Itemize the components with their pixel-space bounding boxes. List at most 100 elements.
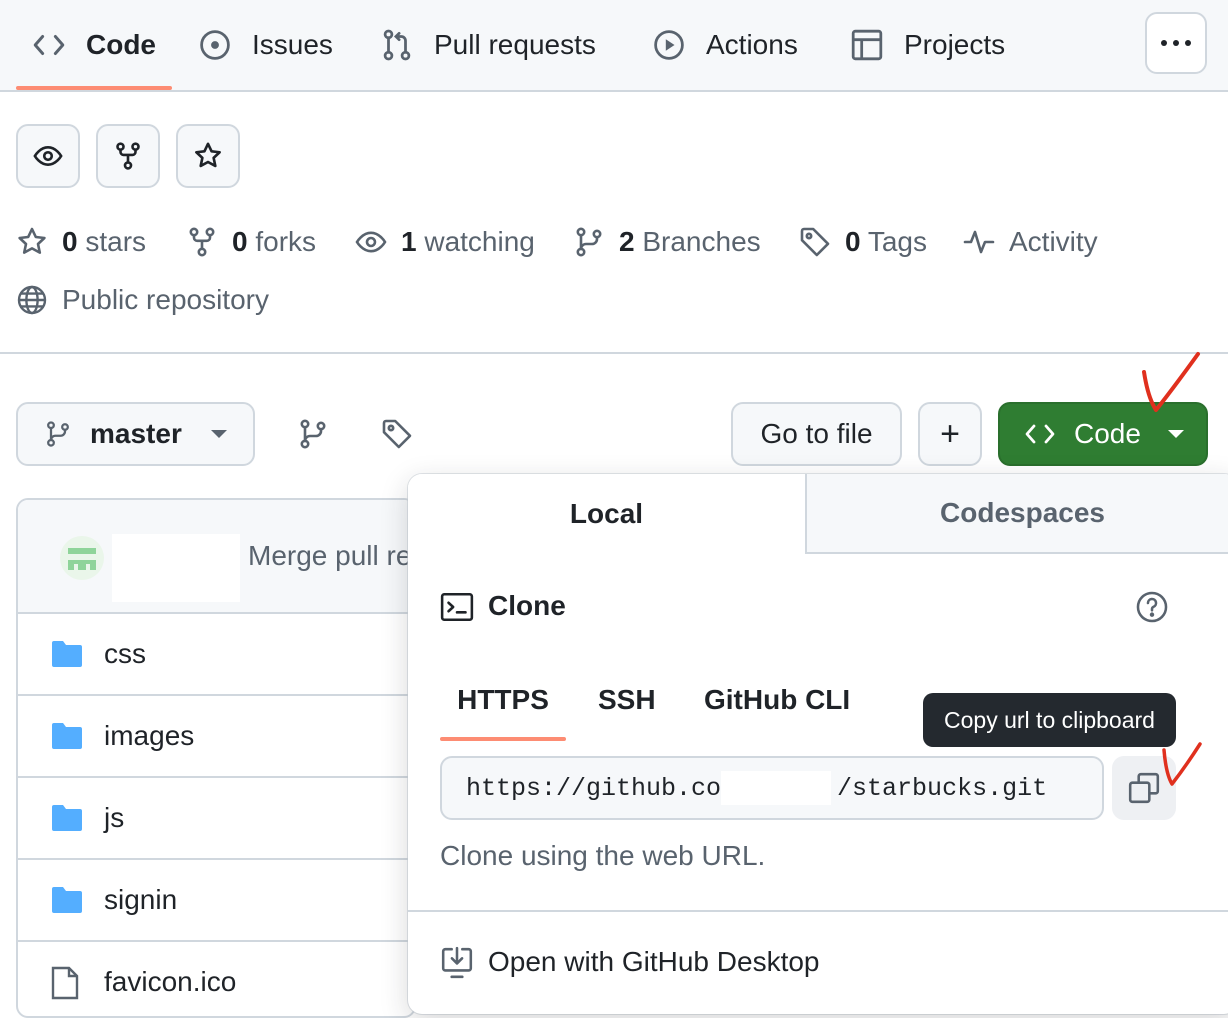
tags-icon-button[interactable] [381,418,413,450]
branch-name: master [90,418,182,449]
triangle-down-icon [1167,429,1185,439]
tab-local-label: Local [569,498,644,529]
protocol-label: HTTPS [457,684,549,715]
tab-label: Projects [904,29,1006,60]
list-item[interactable]: signin [18,860,414,942]
tab-ssh[interactable]: SSH [598,660,656,740]
fork-button[interactable] [96,124,160,188]
eye-icon [33,141,63,171]
divider [408,910,1228,912]
url-start: https://github.co [466,773,722,803]
globe-icon [16,284,48,316]
git-branch-icon [573,226,605,258]
forks-label: forks [255,226,317,257]
star-icon [193,141,223,171]
watching-link[interactable]: 1 watching [355,222,535,262]
tags-label: Tags [867,226,928,257]
tooltip-text: Copy url to clipboard [944,706,1155,733]
branches-link[interactable]: 2 Branches [573,222,761,262]
branch-select[interactable]: master [16,402,255,466]
repo-nav: Code Issues Pull requests Actions Projec… [0,0,1228,92]
file-list: Merge pull re css images js signin favic… [16,498,416,1018]
forks-count: 0 [232,226,248,257]
activity-link[interactable]: Activity [963,222,1098,262]
stars-link[interactable]: 0 stars [16,222,146,262]
list-item[interactable]: js [18,778,414,860]
folder-icon [50,722,84,750]
git-branch-icon [44,420,72,448]
repo-forked-icon [113,141,143,171]
desktop-download-icon [440,946,474,980]
list-item[interactable]: favicon.ico [18,942,414,1016]
clone-url-input[interactable]: https://github.co/starbucks.git [440,756,1104,820]
issue-opened-icon [198,28,232,62]
folder-icon [50,640,84,668]
git-branch-icon [297,418,329,450]
visibility-info: Public repository [16,280,269,320]
folder-icon [50,804,84,832]
go-to-file-button[interactable]: Go to file [731,402,902,466]
plus-icon: + [940,414,960,453]
tag-icon [381,418,413,450]
code-button-label: Code [1074,418,1141,449]
file-name: signin [104,884,178,915]
url-end: /starbucks.git [837,773,1048,803]
tab-code[interactable]: Code [16,0,172,90]
play-icon [652,28,686,62]
pulse-icon [963,226,995,258]
file-name: images [104,720,195,751]
tab-actions[interactable]: Actions [652,0,798,90]
tab-codespaces[interactable]: Codespaces [807,474,1228,554]
tab-projects[interactable]: Projects [850,0,1005,90]
more-button[interactable] [1145,12,1207,74]
repo-forked-icon [186,226,218,258]
commit-message[interactable]: Merge pull re [248,540,411,572]
triangle-down-icon [210,429,228,439]
clone-help-text: Clone using the web URL. [440,840,766,871]
open-desktop-link[interactable]: Open with GitHub Desktop [488,946,820,978]
list-item[interactable]: images [18,696,414,778]
list-item[interactable]: css [18,614,414,696]
go-to-file-label: Go to file [760,418,873,449]
question-icon[interactable] [1135,590,1169,624]
branches-count: 2 [619,226,635,257]
add-file-button[interactable]: + [918,402,982,466]
git-pull-request-icon [380,28,414,62]
tags-link[interactable]: 0 Tags [799,222,927,262]
code-icon [32,28,66,62]
tab-local[interactable]: Local [408,474,807,554]
tab-label: Actions [706,29,798,60]
redacted-username [721,771,832,805]
activity-label: Activity [1009,226,1098,257]
avatar[interactable] [60,536,104,580]
divider [0,352,1228,354]
star-button[interactable] [176,124,240,188]
visibility-label: Public repository [62,284,269,315]
file-icon [50,966,80,1000]
watching-count: 1 [401,226,417,257]
copy-tooltip: Copy url to clipboard [923,693,1176,747]
code-icon [1024,418,1056,450]
clone-title: Clone [488,590,566,621]
tab-https[interactable]: HTTPS [440,660,566,740]
watch-button[interactable] [16,124,80,188]
protocol-label: GitHub CLI [704,684,851,715]
tab-issues[interactable]: Issues [198,0,333,90]
branches-label: Branches [642,226,761,257]
watching-label: watching [424,226,535,257]
forks-link[interactable]: 0 forks [186,222,316,262]
protocol-label: SSH [598,684,656,715]
folder-icon [50,886,84,914]
stars-count: 0 [62,226,78,257]
branches-icon-button[interactable] [297,418,329,450]
terminal-icon [440,590,474,624]
table-icon [850,28,884,62]
tab-github-cli[interactable]: GitHub CLI [704,660,850,740]
kebab-horizontal-icon [1158,38,1194,48]
file-name: js [104,802,125,833]
tab-pull-requests[interactable]: Pull requests [380,0,596,90]
star-icon [16,226,48,258]
file-name: favicon.ico [104,966,237,997]
stars-label: stars [85,226,147,257]
tag-icon [799,226,831,258]
